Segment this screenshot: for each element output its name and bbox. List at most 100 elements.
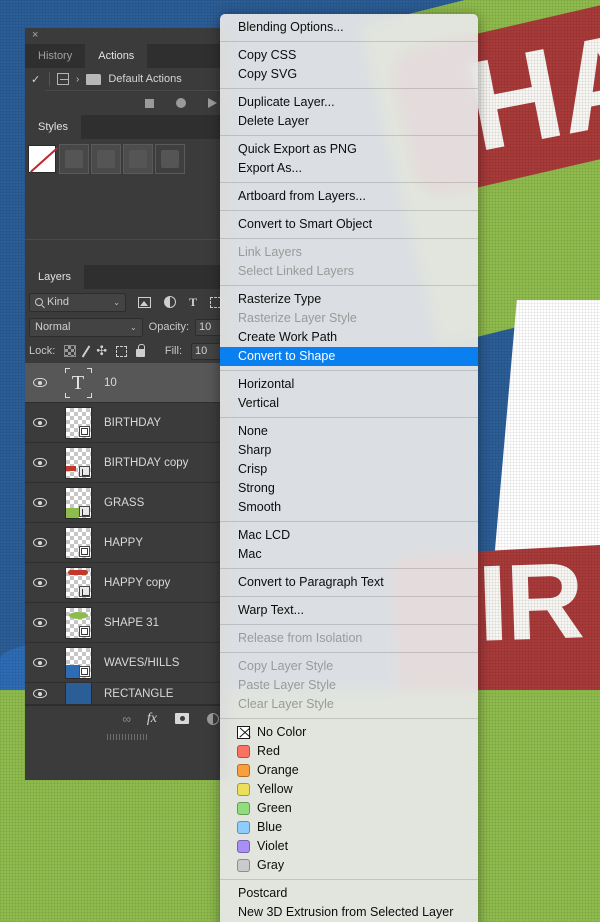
- chevron-right-icon[interactable]: ›: [76, 74, 79, 85]
- dialog-toggle-icon[interactable]: [57, 73, 69, 85]
- menu-item-orange[interactable]: Orange: [220, 761, 478, 780]
- style-swatch[interactable]: [91, 144, 121, 174]
- filter-type-icon[interactable]: T: [189, 296, 197, 308]
- add-layer-mask-icon[interactable]: [175, 713, 189, 724]
- menu-item-violet[interactable]: Violet: [220, 837, 478, 856]
- layer-visibility-toggle[interactable]: [25, 378, 55, 387]
- menu-item-blue[interactable]: Blue: [220, 818, 478, 837]
- stop-icon[interactable]: [145, 98, 154, 108]
- menu-item-rasterize-type[interactable]: Rasterize Type: [220, 290, 478, 309]
- style-swatch-inner: [161, 150, 179, 168]
- layer-visibility-toggle[interactable]: [25, 458, 55, 467]
- menu-item-horizontal[interactable]: Horizontal: [220, 375, 478, 394]
- layer-visibility-toggle[interactable]: [25, 578, 55, 587]
- lock-artboard-icon[interactable]: [116, 345, 128, 357]
- filter-pixel-icon[interactable]: [138, 296, 151, 308]
- link-layers-icon[interactable]: ∞: [122, 712, 130, 726]
- table-row[interactable]: 10: [25, 363, 229, 403]
- layer-visibility-toggle[interactable]: [25, 689, 55, 698]
- layer-context-menu[interactable]: Blending Options... Copy CSS Copy SVG Dupli…: [220, 14, 478, 922]
- menu-item-green[interactable]: Green: [220, 799, 478, 818]
- layer-visibility-toggle[interactable]: [25, 618, 55, 627]
- menu-separator: [220, 238, 478, 239]
- menu-item-export-as[interactable]: Export As...: [220, 159, 478, 178]
- table-row[interactable]: HAPPY: [25, 523, 229, 563]
- tab-history[interactable]: History: [25, 44, 86, 68]
- filter-adjustment-icon[interactable]: [164, 296, 176, 308]
- style-swatch[interactable]: [59, 144, 89, 174]
- menu-item-copy-css[interactable]: Copy CSS: [220, 46, 478, 65]
- table-row[interactable]: GRASS: [25, 483, 229, 523]
- layer-thumbnail-cell: [55, 566, 101, 599]
- filter-kind-select[interactable]: Kind ⌄: [29, 292, 126, 312]
- menu-item-mac-lcd[interactable]: Mac LCD: [220, 526, 478, 545]
- layer-visibility-toggle[interactable]: [25, 538, 55, 547]
- menu-item-artboard-from-layers[interactable]: Artboard from Layers...: [220, 187, 478, 206]
- menu-separator: [220, 41, 478, 42]
- lock-position-move-icon[interactable]: ✣: [96, 344, 107, 357]
- menu-item-convert-to-shape[interactable]: Convert to Shape: [220, 347, 478, 366]
- play-icon[interactable]: [208, 98, 217, 108]
- lock-image-brush-icon[interactable]: [82, 344, 91, 358]
- menu-item-duplicate-layer[interactable]: Duplicate Layer...: [220, 93, 478, 112]
- chevron-down-icon: ⌄: [113, 297, 120, 307]
- menu-item-none[interactable]: None: [220, 422, 478, 441]
- menu-separator: [220, 370, 478, 371]
- style-swatch-inner: [129, 150, 147, 168]
- layer-thumbnail-cell: [55, 683, 101, 704]
- panel-scrollbar[interactable]: [27, 734, 227, 740]
- tab-layers[interactable]: Layers: [25, 265, 85, 289]
- close-icon[interactable]: ×: [32, 30, 38, 41]
- lock-all-icon[interactable]: [136, 343, 146, 357]
- menu-item-vertical[interactable]: Vertical: [220, 394, 478, 413]
- menu-item-create-work-path[interactable]: Create Work Path: [220, 328, 478, 347]
- menu-item-crisp[interactable]: Crisp: [220, 460, 478, 479]
- layer-visibility-toggle[interactable]: [25, 658, 55, 667]
- table-row[interactable]: RECTANGLE: [25, 683, 229, 705]
- table-row[interactable]: SHAPE 31: [25, 603, 229, 643]
- action-set-row[interactable]: ✓ › Default Actions: [25, 68, 229, 90]
- menu-item-no-color[interactable]: No Color: [220, 723, 478, 742]
- menu-item-red[interactable]: Red: [220, 742, 478, 761]
- menu-item-copy-svg[interactable]: Copy SVG: [220, 65, 478, 84]
- style-swatch[interactable]: [155, 144, 185, 174]
- menu-item-sharp[interactable]: Sharp: [220, 441, 478, 460]
- layer-thumbnail-cell: [55, 367, 101, 399]
- menu-item-convert-to-smart-object[interactable]: Convert to Smart Object: [220, 215, 478, 234]
- menu-item-delete-layer[interactable]: Delete Layer: [220, 112, 478, 131]
- menu-item-yellow[interactable]: Yellow: [220, 780, 478, 799]
- new-adjustment-layer-icon[interactable]: [207, 712, 219, 725]
- layer-visibility-toggle[interactable]: [25, 418, 55, 427]
- layer-thumbnail-cell: [55, 526, 101, 559]
- tab-actions[interactable]: Actions: [85, 44, 148, 68]
- menu-item-smooth[interactable]: Smooth: [220, 498, 478, 517]
- color-swatch-blue-icon: [237, 821, 250, 834]
- menu-item-gray[interactable]: Gray: [220, 856, 478, 875]
- filter-kind-label: Kind: [47, 296, 70, 308]
- blend-mode-select[interactable]: Normal ⌄: [29, 317, 143, 337]
- menu-item-copy-layer-style: Copy Layer Style: [238, 659, 334, 673]
- menu-item-quick-export-as-png[interactable]: Quick Export as PNG: [220, 140, 478, 159]
- layer-style-fx-icon[interactable]: fx: [147, 711, 157, 727]
- eye-icon: [33, 418, 47, 427]
- layer-thumbnail: [64, 683, 92, 704]
- lock-transparent-icon[interactable]: [64, 345, 77, 357]
- eye-icon: [33, 498, 47, 507]
- menu-item-mac[interactable]: Mac: [220, 545, 478, 564]
- menu-item-blending-options[interactable]: Blending Options...: [220, 18, 478, 37]
- menu-item-postcard[interactable]: Postcard: [220, 884, 478, 903]
- table-row[interactable]: HAPPY copy: [25, 563, 229, 603]
- layer-visibility-toggle[interactable]: [25, 498, 55, 507]
- menu-item-warp-text[interactable]: Warp Text...: [220, 601, 478, 620]
- style-swatch-none[interactable]: [28, 145, 56, 173]
- table-row[interactable]: BIRTHDAY: [25, 403, 229, 443]
- table-row[interactable]: BIRTHDAY copy: [25, 443, 229, 483]
- table-row[interactable]: WAVES/HILLS: [25, 643, 229, 683]
- tab-styles[interactable]: Styles: [25, 115, 81, 139]
- menu-item-strong[interactable]: Strong: [220, 479, 478, 498]
- checkmark-icon[interactable]: ✓: [31, 73, 42, 86]
- style-swatch[interactable]: [123, 144, 153, 174]
- menu-item-new-3d-extrusion-from-selected-layer[interactable]: New 3D Extrusion from Selected Layer: [220, 903, 478, 922]
- record-icon[interactable]: [176, 98, 186, 108]
- menu-item-convert-to-paragraph-text[interactable]: Convert to Paragraph Text: [220, 573, 478, 592]
